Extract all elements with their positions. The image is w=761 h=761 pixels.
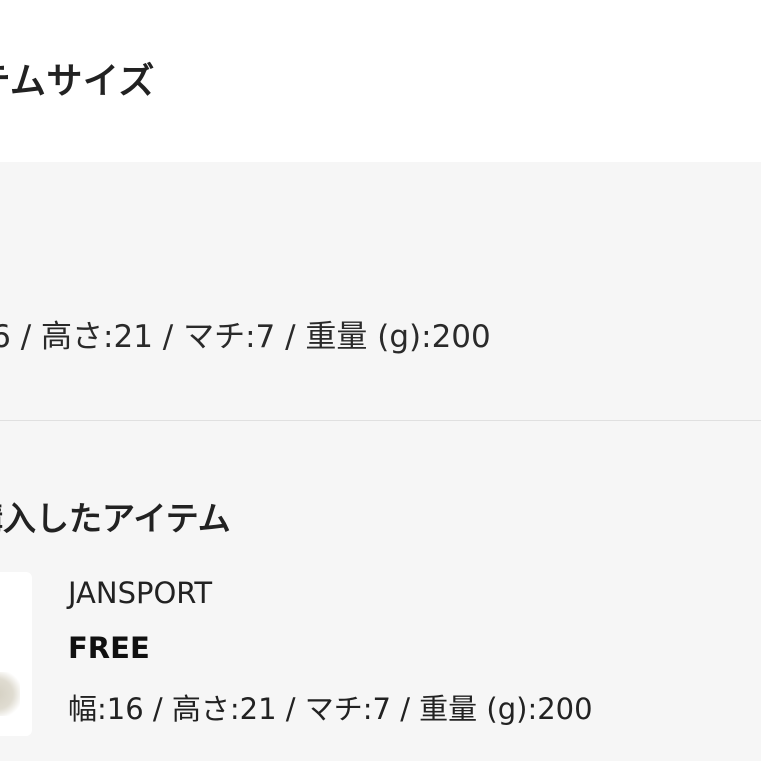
page: アイテムサイズ 幅:16 / 高さ:21 / マチ:7 / 重量 (g):200… [0,0,761,761]
purchased-items-title: 購入したアイテム [0,499,231,538]
item-brand[interactable]: JANSPORT [68,576,212,610]
item-size-title: アイテムサイズ [0,61,155,102]
item-dimensions: 幅:16 / 高さ:21 / マチ:7 / 重量 (g):200 [68,692,593,726]
size-panel [0,162,761,761]
size-summary-text: 幅:16 / 高さ:21 / マチ:7 / 重量 (g):200 [0,319,491,355]
item-size-label: FREE [68,631,150,665]
product-thumbnail[interactable] [0,572,32,736]
section-divider [0,420,761,421]
product-image-icon [0,672,20,716]
top-header: アイテムサイズ [0,0,761,162]
